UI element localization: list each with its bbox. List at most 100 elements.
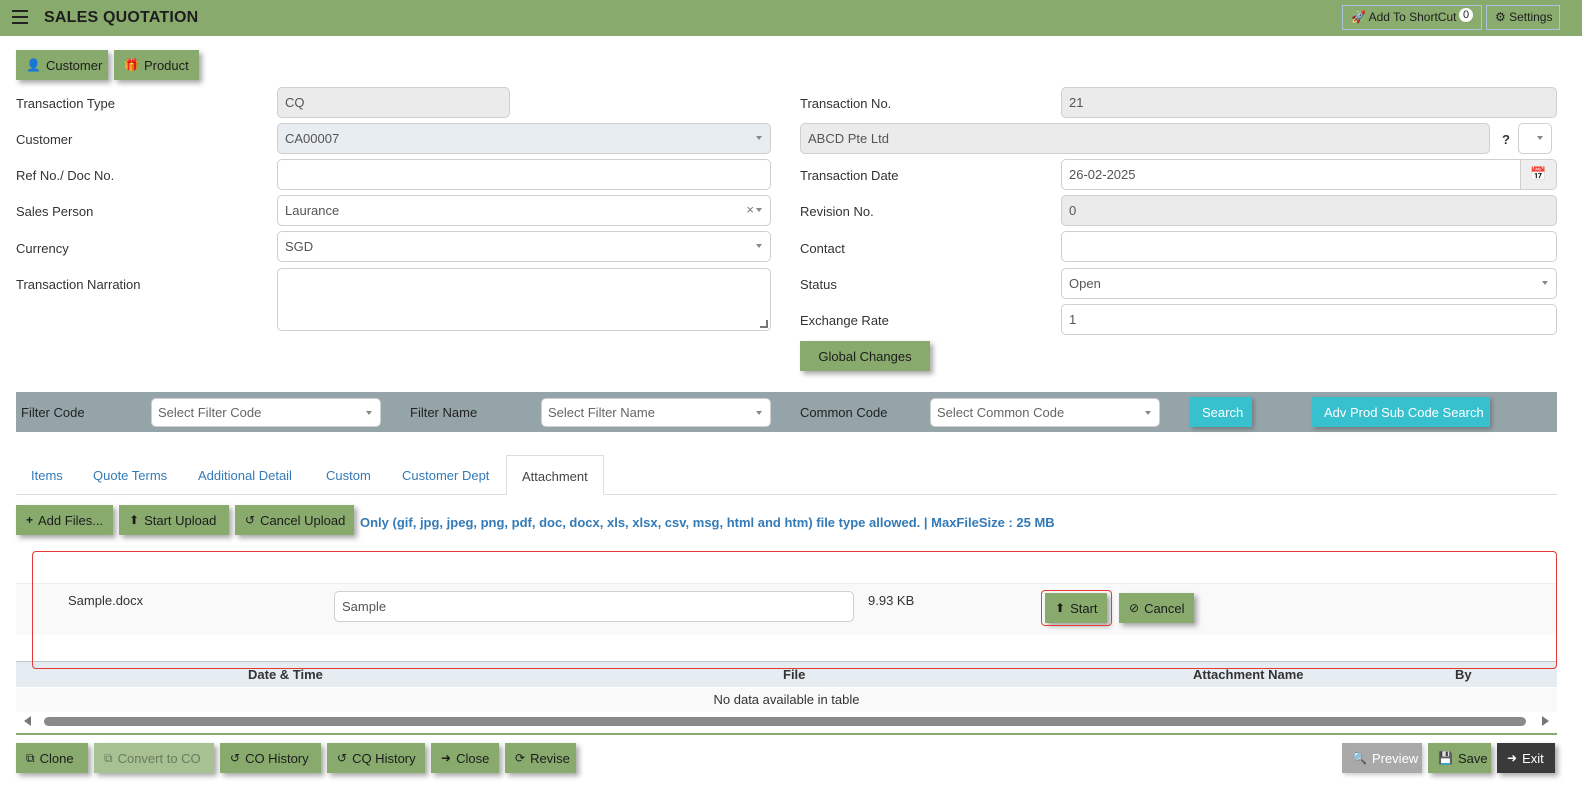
sign-out-icon: ➜ — [1507, 751, 1518, 765]
filter-name-label: Filter Name — [410, 405, 478, 420]
ref-no-label: Ref No./ Doc No. — [16, 168, 115, 183]
resize-handle-icon[interactable] — [760, 320, 768, 328]
column-date-time[interactable]: Date & Time — [248, 667, 323, 682]
customer-label: Customer — [16, 132, 73, 147]
rocket-icon: 🚀 — [1351, 10, 1366, 24]
transaction-no-label: Transaction No. — [800, 96, 892, 111]
revision-no-field[interactable]: 0 — [1061, 195, 1557, 226]
history-icon: ↺ — [337, 751, 348, 765]
page-title: SALES QUOTATION — [44, 9, 199, 26]
file-type-info: Only (gif, jpg, jpeg, png, pdf, doc, doc… — [360, 515, 1055, 530]
chevron-down-icon — [756, 136, 762, 140]
column-file[interactable]: File — [783, 667, 805, 682]
customer-options-select[interactable] — [1518, 123, 1552, 154]
shortcut-count-badge: 0 — [1459, 8, 1473, 22]
revision-no-label: Revision No. — [800, 204, 874, 219]
revise-button[interactable]: ⟳ Revise — [505, 743, 576, 773]
contact-label: Contact — [800, 241, 845, 256]
settings-button[interactable]: ⚙ Settings — [1486, 5, 1560, 30]
product-button[interactable]: 🎁 Product — [114, 50, 199, 80]
sign-out-icon: ➜ — [441, 751, 452, 765]
horizontal-scrollbar[interactable] — [16, 714, 1557, 729]
undo-icon: ↺ — [245, 513, 256, 527]
filter-code-select[interactable]: Select Filter Code — [151, 398, 381, 427]
tab-attachment[interactable]: Attachment — [506, 455, 604, 495]
status-select[interactable]: Open — [1061, 268, 1557, 299]
highlight-box-start — [1041, 590, 1112, 626]
transaction-type-field[interactable]: CQ — [277, 87, 510, 118]
adv-prod-sub-code-search-button[interactable]: Adv Prod Sub Code Search — [1312, 397, 1490, 427]
filter-name-select[interactable]: Select Filter Name — [541, 398, 771, 427]
top-bar: SALES QUOTATION 🚀 Add To ShortCut 0 ⚙ Se… — [0, 0, 1582, 36]
search-button[interactable]: Search — [1190, 397, 1252, 427]
narration-textarea[interactable] — [277, 268, 771, 331]
copy-icon: ⧉ — [104, 750, 113, 765]
empty-table-message: No data available in table — [16, 688, 1557, 712]
scroll-right-icon[interactable] — [1542, 716, 1549, 726]
add-to-shortcut-button[interactable]: 🚀 Add To ShortCut 0 — [1342, 5, 1482, 30]
chevron-down-icon — [1537, 136, 1543, 140]
user-icon: 👤 — [26, 58, 41, 72]
filter-code-label: Filter Code — [21, 405, 85, 420]
status-label: Status — [800, 277, 837, 292]
convert-to-co-button[interactable]: ⧉ Convert to CO — [94, 743, 214, 773]
tab-bar: Items Quote Terms Additional Detail Cust… — [16, 455, 1557, 495]
gift-icon: 🎁 — [124, 58, 139, 72]
chevron-down-icon — [1542, 281, 1548, 285]
tab-quote-terms[interactable]: Quote Terms — [78, 455, 182, 495]
transaction-date-label: Transaction Date — [800, 168, 899, 183]
filter-bar: Filter Code Select Filter Code Filter Na… — [16, 392, 1557, 432]
common-code-select[interactable]: Select Common Code — [930, 398, 1160, 427]
clear-icon[interactable]: × — [746, 202, 754, 217]
customer-select[interactable]: CA00007 — [277, 123, 771, 154]
ref-no-field[interactable] — [277, 159, 771, 190]
column-attachment-name[interactable]: Attachment Name — [1193, 667, 1304, 682]
sales-person-label: Sales Person — [16, 204, 94, 219]
common-code-label: Common Code — [800, 405, 888, 420]
cq-history-button[interactable]: ↺ CQ History — [327, 743, 425, 773]
add-files-button[interactable]: + Add Files... — [16, 505, 113, 535]
floppy-disk-icon: 💾 — [1438, 751, 1453, 765]
currency-select[interactable]: SGD — [277, 231, 771, 262]
cancel-upload-button[interactable]: ↺ Cancel Upload — [235, 505, 354, 535]
clone-button[interactable]: ⧉ Clone — [16, 743, 88, 773]
narration-label: Transaction Narration — [16, 277, 141, 292]
help-icon[interactable]: ? — [1502, 132, 1510, 147]
menu-icon[interactable] — [12, 10, 28, 24]
tab-custom[interactable]: Custom — [311, 455, 386, 495]
save-button[interactable]: 💾 Save — [1428, 743, 1491, 773]
preview-button[interactable]: 🔍 Preview — [1342, 743, 1422, 773]
start-upload-button[interactable]: ⬆ Start Upload — [119, 505, 229, 535]
transaction-type-label: Transaction Type — [16, 96, 115, 111]
co-history-button[interactable]: ↺ CO History — [220, 743, 321, 773]
customer-name-field[interactable]: ABCD Pte Ltd — [800, 123, 1490, 154]
transaction-date-field[interactable]: 26-02-2025 — [1061, 159, 1521, 190]
upload-icon: ⬆ — [129, 513, 140, 527]
currency-label: Currency — [16, 241, 69, 256]
chevron-down-icon — [756, 244, 762, 248]
gear-icon: ⚙ — [1495, 10, 1506, 24]
divider — [16, 733, 1557, 735]
contact-field[interactable] — [1061, 231, 1557, 262]
exchange-rate-field[interactable]: 1 — [1061, 304, 1557, 335]
tab-customer-dept[interactable]: Customer Dept — [387, 455, 504, 495]
column-by[interactable]: By — [1455, 667, 1472, 682]
chevron-down-icon — [756, 411, 762, 415]
close-button[interactable]: ➜ Close — [431, 743, 499, 773]
chevron-down-icon — [756, 208, 762, 212]
chevron-down-icon — [366, 411, 372, 415]
scroll-left-icon[interactable] — [24, 716, 31, 726]
scrollbar-thumb[interactable] — [44, 717, 1526, 726]
exit-button[interactable]: ➜ Exit — [1497, 743, 1555, 773]
sales-person-select[interactable]: Laurance × — [277, 195, 771, 226]
calendar-icon[interactable]: 📅 — [1520, 159, 1557, 190]
global-changes-button[interactable]: Global Changes — [800, 341, 930, 371]
search-icon: 🔍 — [1352, 751, 1367, 765]
chevron-down-icon — [1145, 411, 1151, 415]
customer-button[interactable]: 👤 Customer — [16, 50, 108, 80]
refresh-icon: ⟳ — [515, 751, 526, 765]
tab-items[interactable]: Items — [16, 455, 78, 495]
transaction-no-field[interactable]: 21 — [1061, 87, 1557, 118]
tab-additional-detail[interactable]: Additional Detail — [183, 455, 307, 495]
highlight-box — [32, 551, 1557, 669]
